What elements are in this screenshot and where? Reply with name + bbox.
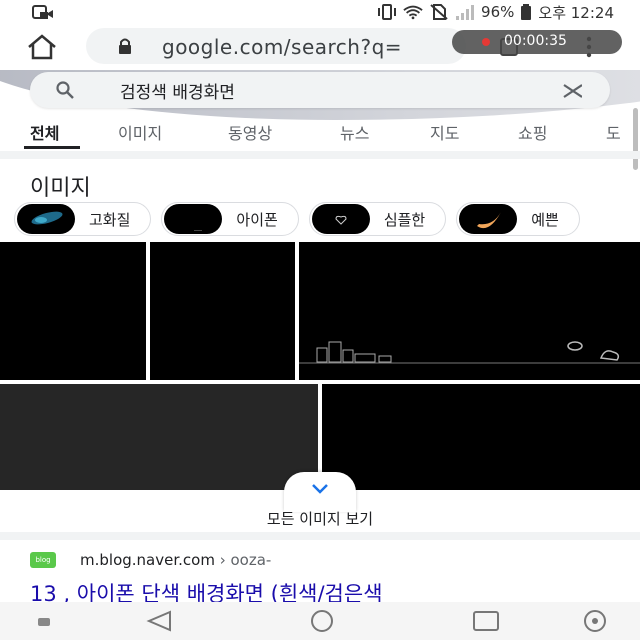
chip-thumbnail (311, 204, 370, 234)
tab-shopping[interactable]: 쇼핑 (518, 120, 547, 144)
back-icon[interactable] (146, 610, 172, 632)
record-dot-icon (482, 38, 490, 46)
result-path: › ooza- (214, 551, 272, 569)
home-button[interactable] (24, 32, 60, 62)
chip-high-quality[interactable]: 고화질 (14, 202, 152, 236)
status-bar: 96% 오후 12:24 (0, 0, 640, 24)
scrollbar[interactable] (633, 108, 638, 170)
signal-icon (456, 5, 475, 20)
active-tab-indicator (24, 146, 80, 149)
tab-news[interactable]: 뉴스 (340, 120, 369, 144)
tab-maps[interactable]: 지도 (430, 120, 459, 144)
home-icon (28, 34, 56, 60)
chip-thumbnail (17, 204, 75, 234)
tab-videos[interactable]: 동영상 (228, 120, 272, 144)
battery-percent: 96% (481, 3, 515, 21)
image-filter-chips: 고화질 아이폰 심플한 예쁜 (14, 202, 580, 236)
browser-toolbar: google.com/search?q= 00:00:35 (0, 24, 640, 70)
chevron-down-icon (312, 484, 328, 494)
battery-icon (521, 4, 532, 20)
search-query-text[interactable]: 검정색 배경화면 (120, 78, 235, 103)
search-category-tabs: 전체 이미지 동영상 뉴스 지도 쇼핑 도 (0, 116, 640, 149)
section-divider (0, 532, 640, 540)
chip-iphone[interactable]: 아이폰 (161, 202, 299, 236)
clock: 오후 12:24 (538, 3, 614, 22)
section-divider (0, 151, 640, 159)
wifi-icon (403, 5, 423, 20)
screen-record-notification-icon (32, 5, 53, 19)
chip-pretty[interactable]: 예쁜 (456, 202, 580, 236)
chip-label: 고화질 (89, 210, 131, 229)
image-thumbnail[interactable] (150, 242, 295, 380)
chip-thumbnail (459, 204, 518, 234)
chip-label: 아이폰 (236, 210, 278, 229)
system-navigation-bar (0, 602, 640, 640)
image-thumbnail[interactable] (0, 242, 146, 380)
home-nav-icon[interactable] (308, 610, 336, 632)
result-site: m.blog.naver.com (80, 551, 215, 569)
result-breadcrumb[interactable]: m.blog.naver.com › ooza- (80, 551, 271, 569)
screen-recording-indicator[interactable]: 00:00:35 (452, 30, 622, 54)
search-icon (56, 81, 74, 99)
view-all-images-link[interactable]: 모든 이미지 보기 (0, 508, 640, 529)
tab-all[interactable]: 전체 (30, 120, 59, 144)
tab-images[interactable]: 이미지 (118, 120, 162, 144)
site-favicon: blog (30, 552, 56, 568)
vibrate-icon (378, 4, 397, 20)
chip-label: 예쁜 (531, 210, 559, 229)
assistant-icon[interactable] (582, 610, 608, 632)
lock-icon (119, 38, 131, 54)
chip-thumbnail (164, 204, 223, 234)
no-sim-icon (430, 4, 448, 20)
image-thumbnail[interactable] (299, 242, 640, 380)
tab-more[interactable]: 도 (606, 120, 621, 144)
chip-simple[interactable]: 심플한 (308, 202, 447, 236)
notification-dot-icon (38, 618, 50, 626)
url-text: google.com/search?q= (162, 35, 403, 59)
recents-icon[interactable] (472, 610, 500, 632)
chip-label: 심플한 (383, 210, 426, 229)
search-box[interactable]: 검정색 배경화면 (30, 72, 610, 108)
close-icon[interactable] (562, 81, 582, 101)
address-bar[interactable]: google.com/search?q= (86, 28, 466, 64)
recording-timer: 00:00:35 (504, 33, 567, 49)
expand-images-button[interactable] (284, 472, 356, 512)
images-section-title: 이미지 (30, 176, 91, 201)
